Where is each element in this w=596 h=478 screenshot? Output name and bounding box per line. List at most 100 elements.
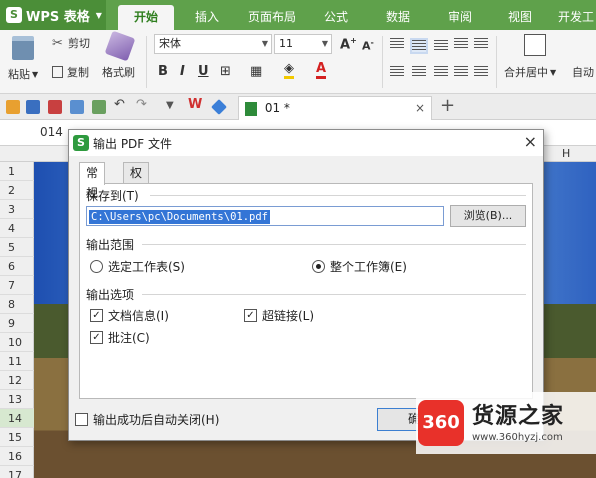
row-number[interactable]: 7 [0, 276, 34, 295]
paste-icon[interactable] [12, 36, 34, 60]
tab-page-layout[interactable]: 页面布局 [240, 5, 304, 30]
format-painter-button[interactable]: 格式刷 [102, 64, 135, 80]
paste-button[interactable]: 粘贴 ▼ [8, 66, 38, 82]
merge-center-icon[interactable] [524, 34, 546, 56]
row-number[interactable]: 13 [0, 390, 34, 409]
checkbox-document-info[interactable]: ✓ 文档信息(I) [90, 307, 169, 324]
align-top-icon[interactable] [390, 38, 404, 50]
merge-center-button[interactable]: 合并居中 ▼ [504, 64, 556, 80]
align-bottom-icon[interactable] [434, 40, 448, 52]
tab-view[interactable]: 视图 [496, 5, 544, 30]
row-number[interactable]: 11 [0, 352, 34, 371]
checkbox-hyperlinks[interactable]: ✓ 超链接(L) [244, 307, 314, 324]
tab-review[interactable]: 审阅 [436, 5, 484, 30]
row-number[interactable]: 12 [0, 371, 34, 390]
tab-general[interactable]: 常规 [79, 162, 106, 200]
undo-icon[interactable]: ↶ [114, 97, 128, 112]
general-panel: 保存到(T) C:\Users\pc\Documents\01.pdf 浏览(B… [79, 183, 533, 399]
justify-icon[interactable] [454, 66, 468, 78]
checkbox-comments[interactable]: ✓ 批注(C) [90, 329, 150, 346]
radio-selected-sheets[interactable]: 选定工作表(S) [90, 258, 185, 275]
checkbox-label: 批注(C) [108, 331, 150, 345]
browse-button[interactable]: 浏览(B)... [450, 205, 526, 227]
scissors-icon: ✂ [52, 36, 63, 51]
align-left-icon[interactable] [390, 66, 404, 78]
app-menu-button[interactable]: S WPS 表格 ▼ [0, 0, 106, 30]
360-logo: 360 [418, 400, 464, 446]
decrease-font-icon[interactable]: A- [362, 38, 374, 53]
copy-button[interactable]: 复制 [52, 64, 89, 80]
column-header-h[interactable]: H [562, 147, 570, 160]
auto-wrap-button[interactable]: 自动 [572, 64, 594, 80]
align-right-icon[interactable] [434, 66, 448, 78]
row-number[interactable]: 9 [0, 314, 34, 333]
redo-icon[interactable]: ↷ [136, 97, 150, 112]
row-number-active[interactable]: 14 [0, 409, 34, 428]
tab-data[interactable]: 数据 [374, 5, 422, 30]
check-icon: ✓ [90, 331, 103, 344]
save-path-input[interactable]: C:\Users\pc\Documents\01.pdf [86, 206, 444, 226]
row-number[interactable]: 16 [0, 447, 34, 466]
row-number[interactable]: 3 [0, 200, 34, 219]
dialog-title: 输出 PDF 文件 [93, 137, 173, 151]
underline-button[interactable]: U [198, 64, 209, 79]
italic-button[interactable]: I [180, 64, 185, 79]
row-number[interactable]: 10 [0, 333, 34, 352]
cell-reference[interactable]: 014 [40, 125, 63, 139]
border-icon[interactable]: ⊞ [220, 64, 231, 79]
chevron-down-icon: ▼ [261, 39, 268, 48]
checkbox-auto-close[interactable]: 输出成功后自动关闭(H) [75, 411, 219, 428]
tab-insert[interactable]: 插入 [182, 5, 232, 30]
bold-button[interactable]: B [158, 64, 168, 79]
row-number[interactable]: 17 [0, 466, 34, 478]
checkbox-label: 输出成功后自动关闭(H) [93, 413, 220, 427]
wps-w-icon[interactable]: W [188, 97, 202, 112]
align-middle-icon[interactable] [410, 38, 428, 54]
open-folder-icon[interactable] [6, 100, 20, 114]
row-number[interactable]: 6 [0, 257, 34, 276]
customize-toolbar-icon[interactable]: ▼ [166, 100, 180, 114]
dialog-title-bar[interactable]: S 输出 PDF 文件 × [69, 130, 543, 156]
font-size-select[interactable]: 11 ▼ [274, 34, 332, 54]
document-tab[interactable]: 01 * × [238, 96, 432, 120]
format-painter-icon[interactable] [104, 30, 136, 62]
print-preview-icon[interactable] [92, 100, 106, 114]
align-center-icon[interactable] [412, 66, 426, 78]
divider [150, 195, 526, 196]
tab-formulas[interactable]: 公式 [312, 5, 360, 30]
close-tab-icon[interactable]: × [415, 97, 425, 119]
print-icon[interactable] [70, 100, 84, 114]
checkbox-box [75, 413, 88, 426]
radio-whole-workbook[interactable]: 整个工作簿(E) [312, 258, 407, 275]
row-number[interactable]: 2 [0, 181, 34, 200]
font-name-select[interactable]: 宋体 ▼ [154, 34, 272, 54]
fill-color-icon[interactable]: ◈ [284, 62, 294, 79]
watermark-text: 货源之家 [472, 404, 565, 429]
check-icon: ✓ [244, 309, 257, 322]
distribute-icon[interactable] [474, 66, 488, 78]
row-number[interactable]: 8 [0, 295, 34, 314]
export-pdf-icon[interactable] [48, 100, 62, 114]
indent-icon[interactable] [454, 38, 468, 50]
tab-permissions[interactable]: 权限设置 [123, 162, 150, 240]
outdent-icon[interactable] [474, 38, 488, 50]
tab-developer[interactable]: 开发工 [556, 5, 596, 30]
cube-icon[interactable] [211, 99, 227, 115]
paste-label: 粘贴 [8, 68, 30, 81]
font-color-icon[interactable]: A [316, 62, 327, 79]
row-number[interactable]: 5 [0, 238, 34, 257]
format-painter-label: 格式刷 [102, 66, 135, 79]
cut-button[interactable]: ✂ 剪切 [52, 35, 90, 51]
row-number[interactable]: 4 [0, 219, 34, 238]
output-options-label: 输出选项 [86, 286, 135, 303]
save-icon[interactable] [26, 100, 40, 114]
fill-pattern-icon[interactable]: ▦ [250, 64, 262, 79]
tab-home[interactable]: 开始 [118, 5, 174, 30]
close-icon[interactable]: × [524, 132, 537, 151]
save-path-value: C:\Users\pc\Documents\01.pdf [89, 210, 271, 224]
divider [382, 36, 383, 88]
row-number[interactable]: 1 [0, 162, 34, 181]
new-tab-icon[interactable]: + [440, 95, 455, 116]
row-number[interactable]: 15 [0, 428, 34, 447]
increase-font-icon[interactable]: A+ [340, 36, 357, 52]
